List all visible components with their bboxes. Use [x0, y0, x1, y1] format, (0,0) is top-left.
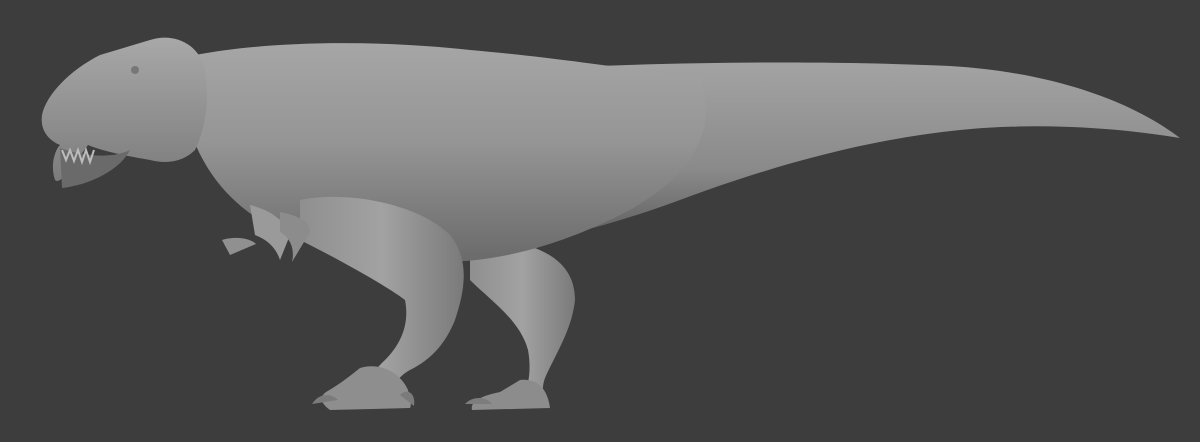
near-leg: [300, 196, 464, 410]
render-viewport: [0, 0, 1200, 442]
head: [41, 37, 207, 188]
trex-model-render: [41, 37, 1180, 410]
far-leg: [465, 235, 575, 410]
eye-icon: [131, 66, 139, 74]
